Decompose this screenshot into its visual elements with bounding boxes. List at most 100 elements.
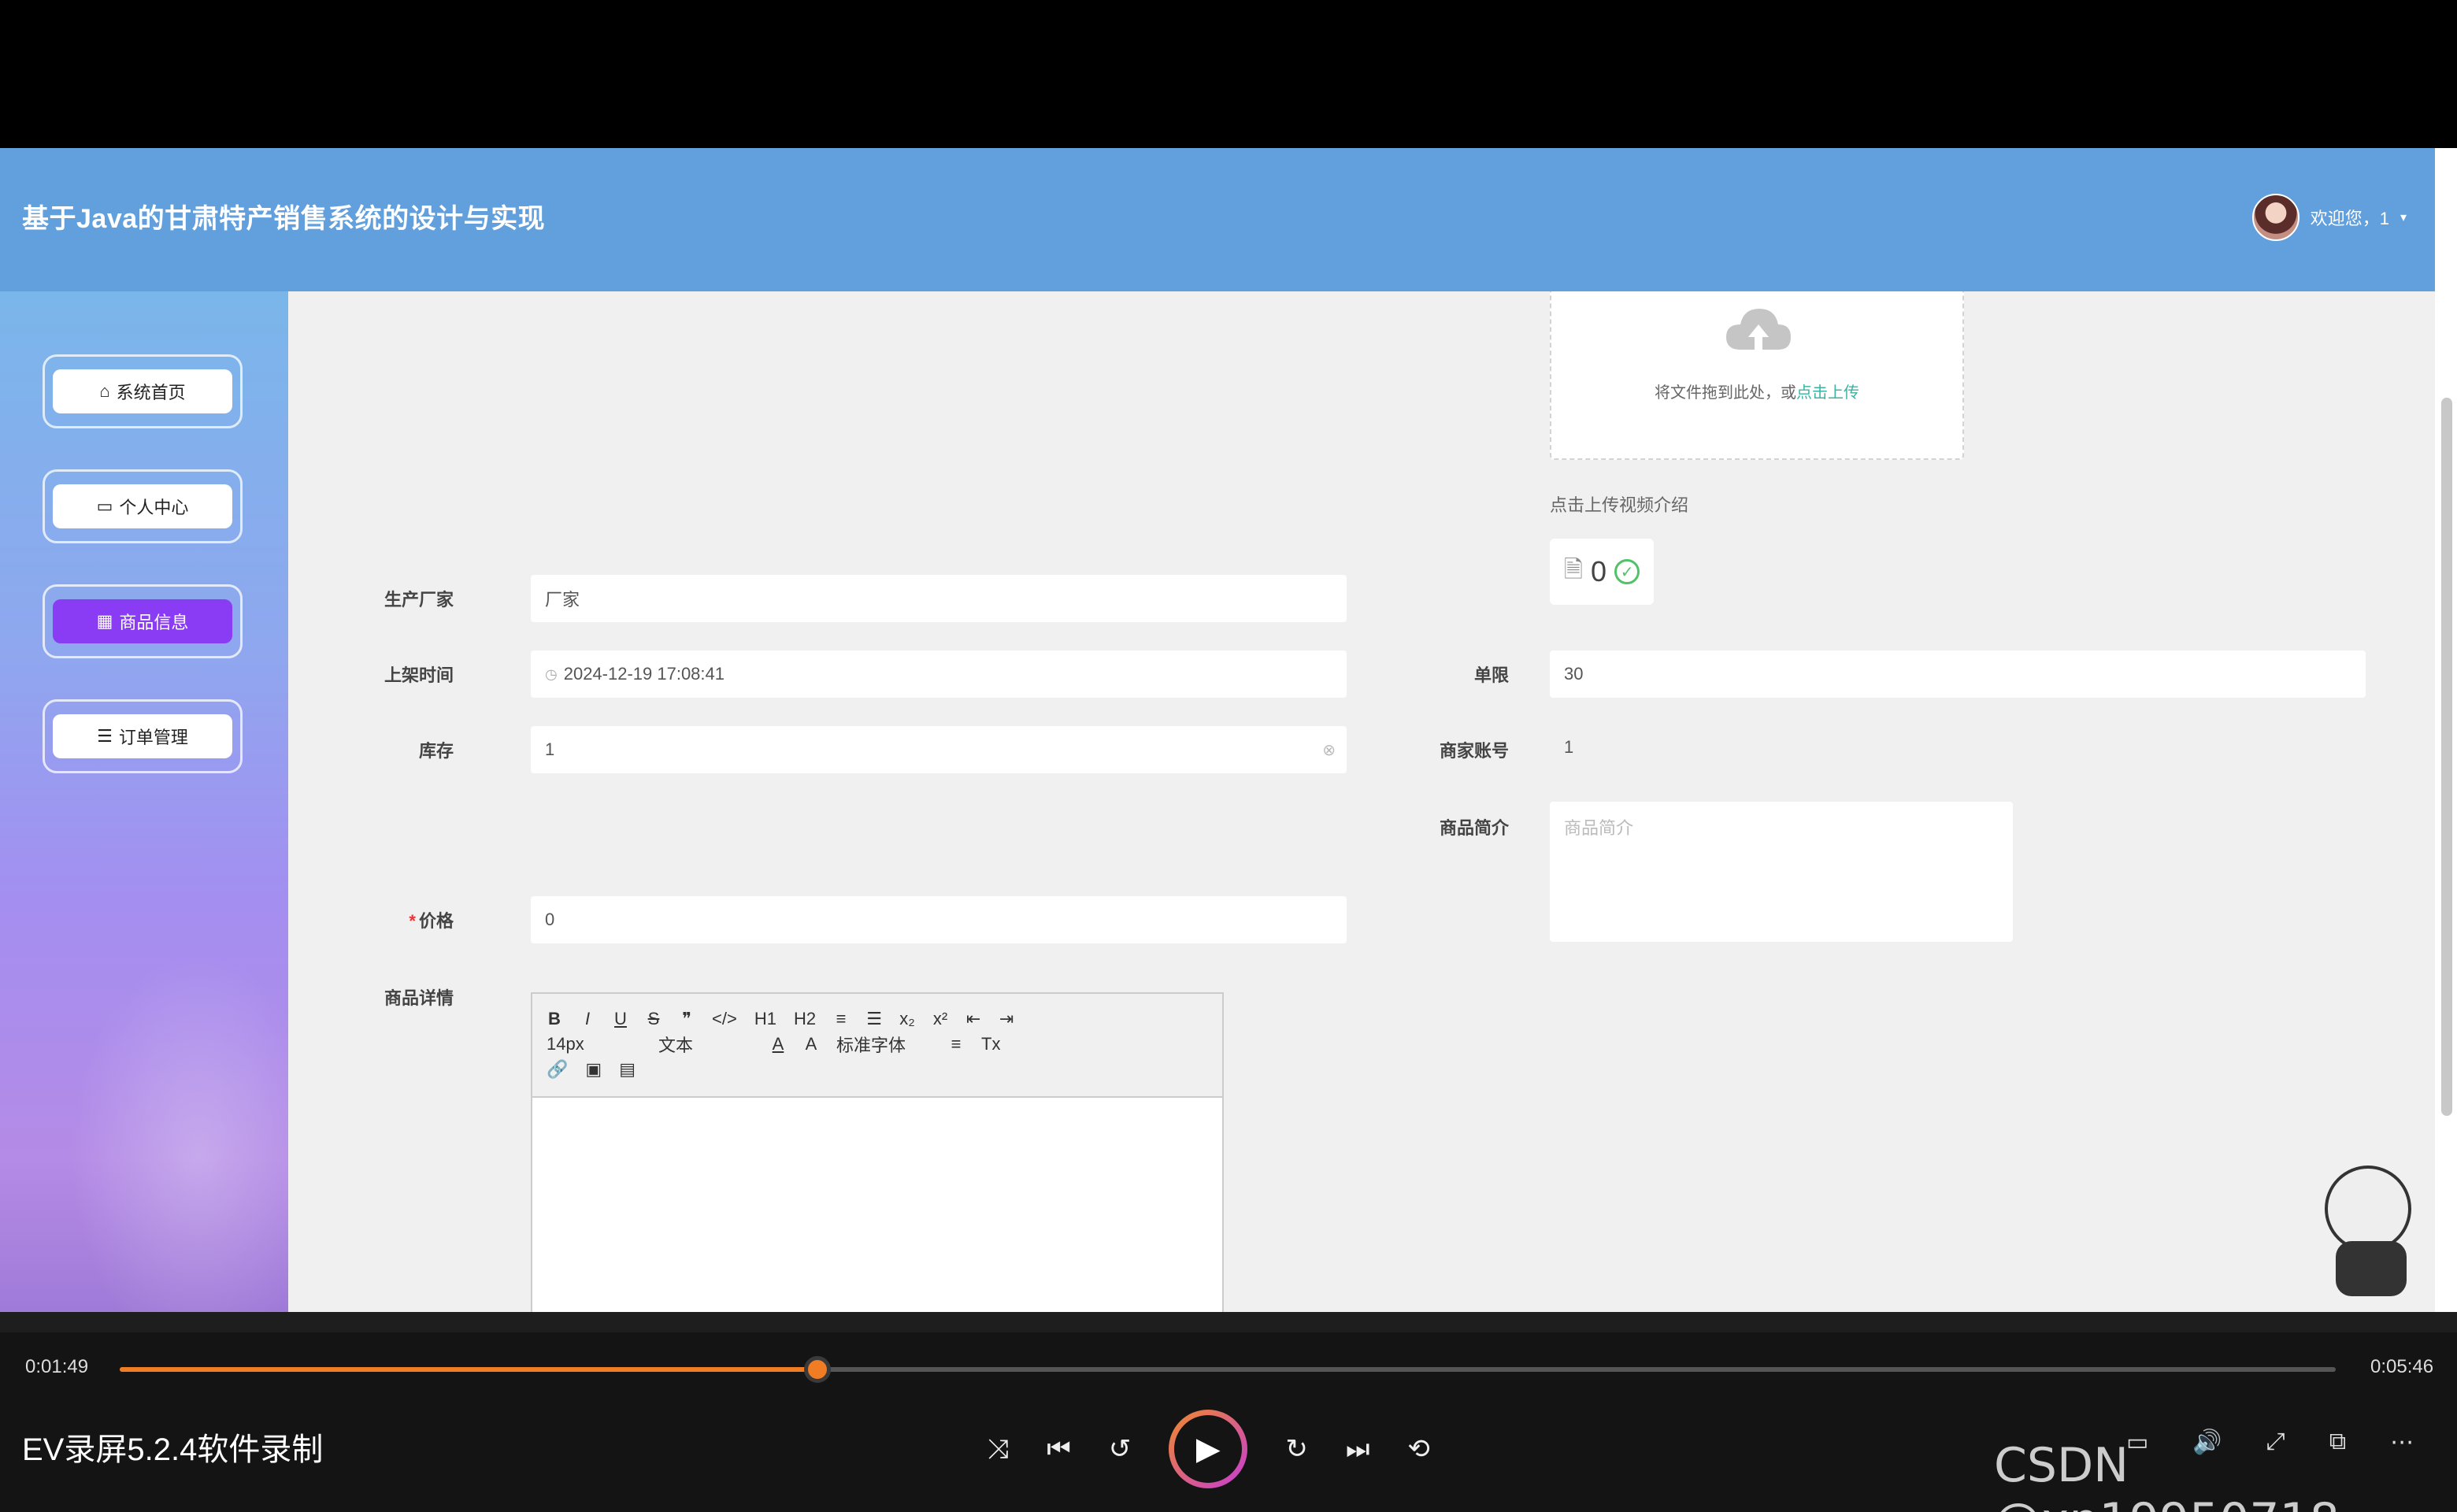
bullet-list-button[interactable]: ☰ [866,1009,882,1029]
price-label: * 价格 [335,907,454,932]
progress-knob[interactable] [804,1356,831,1383]
sidebar-item-products[interactable]: ▦ 商品信息 [43,584,243,658]
repeat-icon[interactable]: ⟲ [1407,1433,1430,1465]
uploaded-file-item[interactable]: 🗎 0 ✓ [1550,539,1654,605]
clock-icon: ◷ [545,665,558,682]
forward-30-icon[interactable]: ↻ [1285,1433,1308,1465]
limit-input[interactable]: 30 [1550,650,2366,698]
welcome-text: 欢迎您，1 [2310,209,2389,228]
avatar[interactable] [2251,194,2300,241]
stock-input[interactable]: 1 ⊗ [531,726,1347,773]
video-icon[interactable]: ▤ [619,1059,636,1080]
sidebar-item-label: 个人中心 [119,498,189,517]
toolbar-row-2: 14px 文本 A A 标准字体 ≡ Tx [547,1032,1208,1057]
csdn-watermark: CSDN @xn19950718 [1994,1438,2340,1512]
quote-button[interactable]: ❞ [679,1009,695,1029]
limit-label: 单限 [1473,665,1509,685]
italic-button[interactable]: I [580,1009,595,1029]
shuffle-icon[interactable]: ⤨ [988,1434,1009,1465]
subscript-button[interactable]: x₂ [899,1009,915,1029]
card-icon: ▭ [96,496,113,516]
font-family-select[interactable]: 标准字体 [836,1032,931,1057]
intro-placeholder: 商品简介 [1564,818,1634,838]
sidebar-item-home[interactable]: ⌂ 系统首页 [43,354,243,428]
user-menu[interactable]: 欢迎您，1 ▾ [2251,194,2407,241]
next-icon[interactable]: ⏭ [1346,1434,1370,1465]
upload-dropzone[interactable]: 将文件拖到此处，或点击上传 [1550,291,1964,460]
check-circle-icon: ✓ [1614,559,1640,584]
upload-hint: 将文件拖到此处，或点击上传 [1551,380,1962,402]
price-label-text: 价格 [418,911,454,931]
mascot-image [2307,1150,2433,1307]
video-upload-label[interactable]: 点击上传视频介绍 [1550,491,1688,517]
code-button[interactable]: </> [712,1009,737,1029]
upload-hint-text: 将文件拖到此处，或 [1655,384,1796,402]
playback-controls: ⤨ ⏮ ↺ ▶ ↻ ⏭ ⟲ [988,1410,1430,1488]
stock-label: 库存 [418,741,454,761]
clear-format-button[interactable]: Tx [981,1034,1000,1054]
recorder-title: EV录屏5.2.4软件录制 [22,1432,324,1467]
image-icon[interactable]: ▣ [585,1059,602,1080]
link-icon[interactable]: 🔗 [547,1059,568,1080]
play-button[interactable]: ▶ [1169,1410,1248,1488]
manufacturer-value: 厂家 [545,590,580,610]
rewind-10-icon[interactable]: ↺ [1109,1433,1132,1465]
h1-button[interactable]: H1 [754,1009,776,1029]
editor-body[interactable] [532,1098,1222,1312]
stock-value: 1 [545,739,555,759]
required-mark: * [409,911,416,931]
sidebar-item-label: 商品信息 [119,613,189,632]
font-size-select[interactable]: 14px [547,1034,641,1054]
outdent-button[interactable]: ⇤ [965,1009,981,1029]
format-select[interactable]: 文本 [658,1032,753,1057]
sidebar-item-profile[interactable]: ▭ 个人中心 [43,469,243,543]
listing-time-picker[interactable]: ◷ 2024-12-19 17:08:41 [531,650,1347,698]
bold-button[interactable]: B [547,1009,562,1029]
home-icon: ⌂ [99,381,110,401]
file-count: 0 [1591,555,1607,587]
chevron-down-icon[interactable]: ▾ [2400,209,2407,225]
editor-toolbar: B I U S ❞ </> H1 H2 ≡ ☰ x₂ x² ⇤ ⇥ 14px 文… [532,994,1222,1098]
play-icon: ▶ [1174,1415,1243,1483]
indent-button[interactable]: ⇥ [999,1009,1014,1029]
upload-link[interactable]: 点击上传 [1796,384,1859,402]
player-divider [0,1312,2457,1332]
rich-text-editor[interactable]: B I U S ❞ </> H1 H2 ≡ ☰ x₂ x² ⇤ ⇥ 14px 文… [531,992,1224,1312]
background-color-button[interactable]: A [803,1034,819,1054]
listing-time-value: 2024-12-19 17:08:41 [563,664,725,684]
mascot-head [2325,1166,2411,1252]
h2-button[interactable]: H2 [794,1009,816,1029]
main-content: 将文件拖到此处，或点击上传 点击上传视频介绍 🗎 0 ✓ 生产厂家 厂家 上架时… [288,291,2435,1312]
sidebar: ⌂ 系统首页 ▭ 个人中心 ▦ 商品信息 ☰ 订单管理 [0,291,288,1312]
price-input[interactable]: 0 [531,896,1347,943]
document-icon: 🗎 [1563,556,1584,583]
list-icon: ☰ [97,726,113,746]
mascot-body [2336,1241,2407,1296]
progress-fill [120,1367,817,1372]
merchant-value: 1 [1564,737,1574,757]
cloud-upload-icon [1726,309,1791,350]
manufacturer-input[interactable]: 厂家 [531,575,1347,622]
superscript-button[interactable]: x² [932,1009,948,1029]
underline-button[interactable]: U [613,1009,628,1029]
previous-icon[interactable]: ⏮ [1047,1434,1071,1465]
app-title: 基于Java的甘肃特产销售系统的设计与实现 [22,204,546,234]
strike-button[interactable]: S [646,1009,662,1029]
listing-time-label: 上架时间 [384,665,454,685]
toolbar-row-3: 🔗 ▣ ▤ [547,1057,1208,1082]
intro-textarea[interactable]: 商品简介 [1550,802,2013,942]
sidebar-item-orders[interactable]: ☰ 订单管理 [43,699,243,773]
scrollbar-thumb[interactable] [2441,398,2452,1116]
grid-icon: ▦ [96,611,113,631]
align-button[interactable]: ≡ [948,1034,964,1054]
limit-value: 30 [1564,664,1584,684]
ordered-list-button[interactable]: ≡ [833,1009,849,1029]
toolbar-row-1: B I U S ❞ </> H1 H2 ≡ ☰ x₂ x² ⇤ ⇥ [547,1006,1208,1032]
price-value: 0 [545,910,555,929]
merchant-label: 商家账号 [1439,741,1509,761]
text-color-button[interactable]: A [770,1034,786,1054]
detail-label: 商品详情 [384,988,454,1008]
current-time: 0:01:49 [25,1356,89,1377]
total-time: 0:05:46 [2370,1356,2434,1377]
app-header: 基于Java的甘肃特产销售系统的设计与实现 欢迎您，1 ▾ [0,148,2435,291]
